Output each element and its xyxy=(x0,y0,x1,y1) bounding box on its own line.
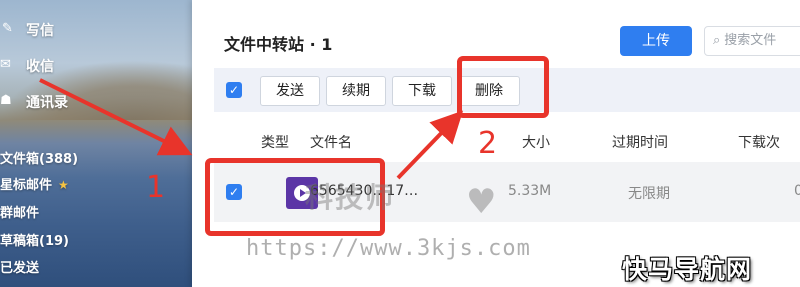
watermark-url: https://www.3kjs.com xyxy=(246,236,531,261)
step-2-label: 2 xyxy=(478,126,498,161)
arrow-step-2 xyxy=(396,110,464,180)
highlight-box-delete xyxy=(457,56,549,118)
brand-logo-text: 快马导航网 xyxy=(622,255,753,284)
heart-icon: ♥ xyxy=(466,182,497,222)
step-1-label: 1 xyxy=(146,170,166,205)
watermark-text: 科技师 xyxy=(305,181,396,214)
arrow-step-1 xyxy=(39,78,193,156)
